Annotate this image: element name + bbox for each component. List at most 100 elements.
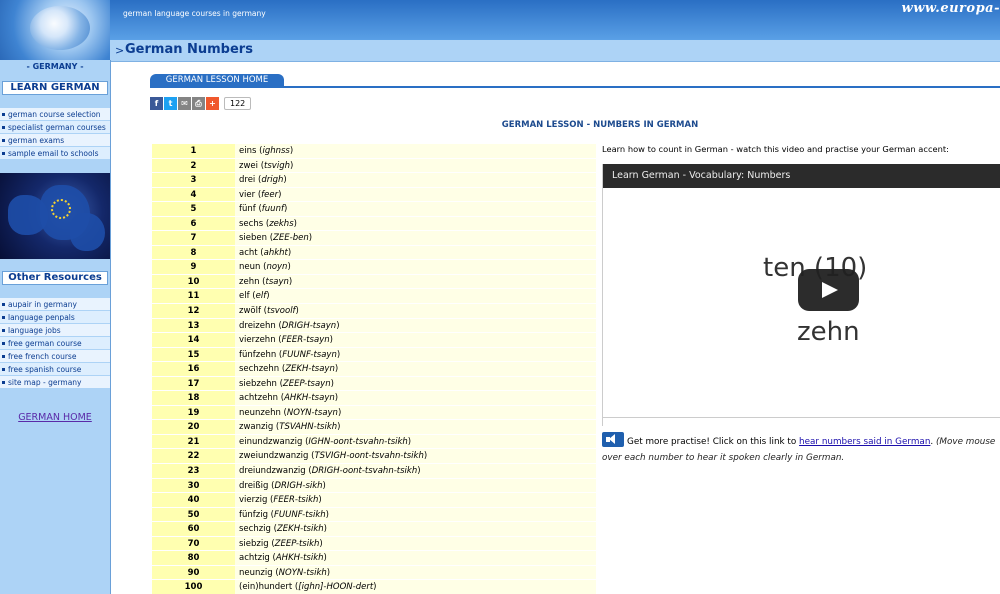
- site-logo[interactable]: [0, 0, 110, 60]
- sidebar-resource-item[interactable]: free french course: [0, 350, 110, 363]
- table-row[interactable]: 30 dreißig (DRIGH-sikh): [152, 478, 596, 494]
- table-row[interactable]: 19 neunzehn (NOYN-tsayn): [152, 405, 596, 421]
- number-cell: 18: [152, 391, 235, 406]
- europe-map-image[interactable]: [0, 173, 110, 259]
- sidebar-resource-item[interactable]: language penpals: [0, 311, 110, 324]
- table-row[interactable]: 90 neunzig (NOYN-tsikh): [152, 565, 596, 581]
- table-row[interactable]: 21 einundzwanzig (IGHN-oont-tsvahn-tsikh): [152, 434, 596, 450]
- video-title[interactable]: Learn German - Vocabulary: Numbers: [603, 164, 1000, 188]
- sidebar-learn-item[interactable]: german course selection: [0, 108, 110, 121]
- number-cell: 60: [152, 522, 235, 537]
- add-more-icon[interactable]: +: [206, 97, 219, 110]
- sidebar-learn-item[interactable]: specialist german courses: [0, 121, 110, 134]
- top-banner: german language courses in germany www.e…: [0, 0, 1000, 40]
- share-bar: f t ✉ ⎙ +122: [150, 97, 252, 110]
- number-cell: 17: [152, 376, 235, 392]
- table-row[interactable]: 10 zehn (tsayn): [152, 274, 596, 290]
- table-row[interactable]: 17 siebzehn (ZEEP-tsayn): [152, 376, 596, 392]
- bullet-icon: [2, 113, 5, 116]
- table-row[interactable]: 12 zwölf (tsvoolf): [152, 304, 596, 319]
- sidebar-resource-item[interactable]: language jobs: [0, 324, 110, 337]
- page: german language courses in germany www.e…: [0, 0, 1000, 594]
- german-word-cell: vierzig (FEER-tsikh): [235, 493, 596, 508]
- email-icon[interactable]: ✉: [178, 97, 191, 110]
- hear-numbers-link[interactable]: hear numbers said in German: [799, 437, 930, 447]
- table-row[interactable]: 50 fünfzig (FUUNF-tsikh): [152, 507, 596, 523]
- table-row[interactable]: 14 vierzehn (FEER-tsayn): [152, 333, 596, 348]
- table-row[interactable]: 15 fünfzehn (FUUNF-tsayn): [152, 347, 596, 363]
- table-row[interactable]: 3 drei (drigh): [152, 173, 596, 188]
- table-row[interactable]: 6 sechs (zekhs): [152, 216, 596, 232]
- pronunciation: TSVAHN-tsikh: [279, 422, 338, 433]
- video-frame-line2: zehn: [797, 317, 860, 347]
- eu-stars-icon: [51, 199, 71, 219]
- video-intro-text: Learn how to count in German - watch thi…: [602, 144, 949, 154]
- table-row[interactable]: 23 dreiundzwanzig (DRIGH-oont-tsvahn-tsik…: [152, 464, 596, 479]
- table-row[interactable]: 5 fünf (fuunf): [152, 202, 596, 217]
- table-row[interactable]: 20 zwanzig (TSVAHN-tsikh): [152, 420, 596, 435]
- table-row[interactable]: 4 vier (feer): [152, 187, 596, 203]
- pronunciation: NOYN-tsayn: [286, 407, 338, 418]
- pronunciation: [ighn]-HOON-dert: [298, 582, 374, 593]
- sidebar-resource-item[interactable]: aupair in germany: [0, 298, 110, 311]
- pronunciation: noyn: [266, 262, 288, 273]
- table-row[interactable]: 18 achtzehn (AHKH-tsayn): [152, 391, 596, 406]
- print-icon[interactable]: ⎙: [192, 97, 205, 110]
- german-home-link[interactable]: GERMAN HOME: [0, 412, 110, 423]
- number-cell: 50: [152, 507, 235, 523]
- facebook-icon[interactable]: f: [150, 97, 163, 110]
- sidebar-resource-item[interactable]: site map - germany: [0, 376, 110, 389]
- table-row[interactable]: 1 eins (ighnss): [152, 144, 596, 159]
- german-word-cell: fünfzig (FUUNF-tsikh): [235, 507, 596, 523]
- german-word-cell: neunzehn (NOYN-tsayn): [235, 405, 596, 421]
- table-row[interactable]: 7 sieben (ZEE-ben): [152, 231, 596, 246]
- german-word: acht: [239, 247, 258, 258]
- pronunciation: tsvigh: [264, 160, 290, 171]
- pronunciation: tsvoolf: [267, 306, 296, 317]
- pronunciation: ZEEP-tsikh: [274, 538, 320, 549]
- sidebar-learn-item[interactable]: german exams: [0, 134, 110, 147]
- german-word: dreizehn: [239, 320, 276, 331]
- video-player[interactable]: Learn German - Vocabulary: Numbers ten (…: [602, 164, 1000, 418]
- german-word: (ein)hundert: [239, 582, 293, 593]
- table-row[interactable]: 70 siebzig (ZEEP-tsikh): [152, 536, 596, 552]
- video-spacer: [602, 418, 1000, 426]
- german-word: sechzehn: [239, 364, 280, 375]
- table-row[interactable]: 2 zwei (tsvigh): [152, 158, 596, 174]
- bullet-icon: [2, 368, 5, 371]
- german-word-cell: sieben (ZEE-ben): [235, 231, 596, 246]
- german-word: achtzehn: [239, 393, 279, 404]
- sidebar-resource-item[interactable]: free spanish course: [0, 363, 110, 376]
- twitter-icon[interactable]: t: [164, 97, 177, 110]
- table-row[interactable]: 22 zweiundzwanzig (TSVIGH-oont-tsvahn-tsi…: [152, 449, 596, 465]
- play-icon[interactable]: [798, 269, 859, 311]
- globe-logo-icon: [30, 6, 90, 50]
- table-row[interactable]: 13 dreizehn (DRIGH-tsayn): [152, 318, 596, 334]
- bullet-icon: [2, 381, 5, 384]
- numbers-table: 1 eins (ighnss) 2 zwei (tsvigh) 3 drei (drigh…: [152, 144, 596, 594]
- german-word: neunzig: [239, 567, 273, 578]
- site-url[interactable]: www.europa-: [902, 1, 1000, 16]
- sidebar-learn-item[interactable]: sample email to schools: [0, 147, 110, 160]
- table-row[interactable]: 60 sechzig (ZEKH-tsikh): [152, 522, 596, 537]
- number-cell: 5: [152, 202, 235, 217]
- number-cell: 30: [152, 478, 235, 494]
- table-row[interactable]: 9 neun (noyn): [152, 260, 596, 275]
- number-cell: 19: [152, 405, 235, 421]
- table-row[interactable]: 16 sechzehn (ZEKH-tsayn): [152, 362, 596, 377]
- number-cell: 12: [152, 304, 235, 319]
- german-word: vierzig: [239, 495, 268, 506]
- table-row[interactable]: 40 vierzig (FEER-tsikh): [152, 493, 596, 508]
- table-row[interactable]: 80 achtzig (AHKH-tsikh): [152, 551, 596, 566]
- sidebar-resource-item-label: site map - germany: [8, 378, 82, 387]
- sidebar-resource-item[interactable]: free german course: [0, 337, 110, 350]
- table-row[interactable]: 100 (ein)hundert ([ighn]-HOON-dert): [152, 580, 596, 594]
- german-word-cell: dreiundzwanzig (DRIGH-oont-tsvahn-tsikh): [235, 464, 596, 479]
- pronunciation: fuunf: [261, 204, 284, 215]
- number-cell: 80: [152, 551, 235, 566]
- german-word: neun: [239, 262, 261, 273]
- table-row[interactable]: 11 elf (elf): [152, 289, 596, 305]
- breadcrumb-arrow: >: [115, 44, 125, 57]
- table-row[interactable]: 8 acht (ahkht): [152, 245, 596, 261]
- pronunciation: DRIGH-sikh: [274, 480, 323, 491]
